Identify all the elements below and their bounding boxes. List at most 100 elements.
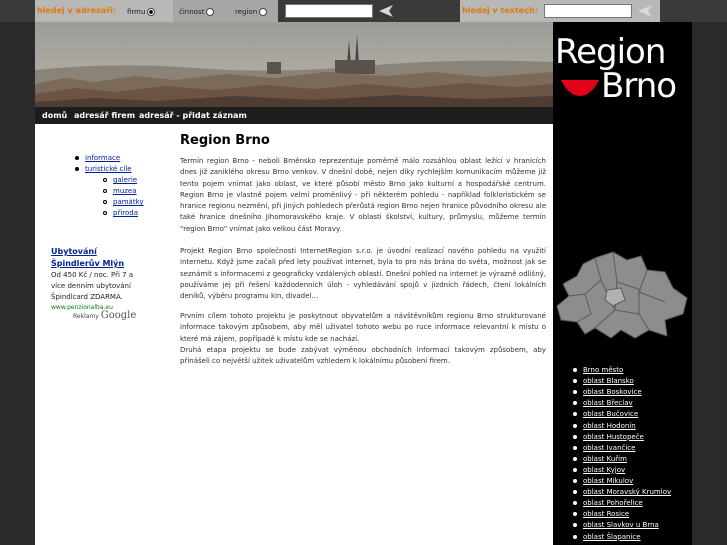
region-link[interactable]: oblast Pohořelice bbox=[583, 499, 643, 507]
menu-link-informace[interactable]: informace bbox=[85, 154, 120, 162]
panorama-illustration bbox=[35, 22, 553, 107]
bullet-icon bbox=[573, 534, 577, 539]
menu-link-turisticke-cile[interactable]: turistické cíle bbox=[85, 165, 132, 173]
region-item[interactable]: oblast Šlapanice bbox=[573, 533, 641, 541]
google-logo: Google bbox=[100, 310, 137, 321]
bullet-icon bbox=[573, 445, 577, 450]
logo-red-shape bbox=[561, 80, 599, 96]
ad-title-line1[interactable]: Ubytování bbox=[51, 246, 161, 258]
nav-add-record[interactable]: adresář - přidat záznam bbox=[139, 111, 247, 120]
bullet-icon bbox=[573, 368, 577, 372]
submenu-link-priroda[interactable]: příroda bbox=[113, 209, 138, 217]
region-item[interactable]: oblast Kyjov bbox=[573, 466, 625, 474]
submenu-link-muzea[interactable]: muzea bbox=[113, 187, 137, 195]
bullet-icon bbox=[573, 401, 577, 406]
region-item[interactable]: oblast Hustopeče bbox=[573, 433, 644, 441]
region-link[interactable]: Brno město bbox=[583, 366, 623, 374]
radio-cinnost-label: činnost bbox=[179, 8, 205, 16]
region-item[interactable]: oblast Břeclav bbox=[573, 399, 633, 407]
ad-block: Ubytování Špindlerův Mlýn Od 450 Kč / no… bbox=[51, 246, 161, 321]
region-link[interactable]: oblast Mikulov bbox=[583, 477, 633, 485]
region-link[interactable]: oblast Moravský Krumlov bbox=[583, 488, 671, 496]
region-brno-logo[interactable]: Region Brno bbox=[553, 22, 692, 107]
right-edge bbox=[692, 22, 727, 545]
text-search-arrow-icon[interactable] bbox=[636, 4, 654, 18]
hollow-bullet-icon bbox=[103, 188, 107, 193]
submenu-item-pamatky[interactable]: památky bbox=[103, 197, 144, 206]
region-link[interactable]: oblast Blansko bbox=[583, 377, 634, 385]
submenu-link-galerie[interactable]: galerie bbox=[113, 176, 137, 184]
bullet-icon bbox=[573, 479, 577, 483]
region-item[interactable]: oblast Hodonín bbox=[573, 422, 636, 430]
bullet-icon bbox=[573, 512, 577, 517]
region-map-icon[interactable] bbox=[555, 250, 691, 342]
bullet-icon bbox=[573, 490, 577, 495]
address-search-options: činnost region bbox=[173, 0, 278, 22]
region-link[interactable]: oblast Břeclav bbox=[583, 399, 633, 407]
region-link[interactable]: oblast Hodonín bbox=[583, 422, 636, 430]
right-column: Brno město oblast Blansko oblast Boskovice… bbox=[553, 107, 692, 545]
menu-item-informace[interactable]: informace bbox=[75, 153, 120, 162]
ad-body-line: více denním ubytování bbox=[51, 282, 131, 290]
radio-cinnost-button[interactable] bbox=[206, 8, 215, 16]
region-link[interactable]: oblast Kuřim bbox=[583, 455, 627, 463]
submenu-link-pamatky[interactable]: památky bbox=[113, 198, 144, 206]
region-link[interactable]: oblast Rosice bbox=[583, 510, 629, 518]
region-link[interactable]: oblast Slavkov u Brna bbox=[583, 521, 659, 529]
ad-title[interactable]: Ubytování Špindlerův Mlýn bbox=[51, 246, 161, 270]
region-item[interactable]: oblast Pohořelice bbox=[573, 499, 643, 507]
ad-body-line: Špindlcard ZDARMA. bbox=[51, 293, 123, 301]
logo-text-brno: Brno bbox=[601, 66, 677, 106]
region-item[interactable]: oblast Ivančice bbox=[573, 444, 635, 452]
nav-company-directory[interactable]: adresář firem bbox=[74, 111, 135, 120]
bullet-icon bbox=[573, 456, 577, 461]
submenu-item-galerie[interactable]: galerie bbox=[103, 175, 137, 184]
region-link[interactable]: oblast Hustopeče bbox=[583, 433, 644, 441]
region-item[interactable]: oblast Mikulov bbox=[573, 477, 633, 485]
radio-region-button[interactable] bbox=[259, 8, 268, 16]
ad-title-line2[interactable]: Špindlerův Mlýn bbox=[51, 258, 161, 270]
region-item[interactable]: oblast Boskovice bbox=[573, 388, 642, 396]
hollow-bullet-icon bbox=[103, 199, 107, 204]
region-link[interactable]: oblast Bučovice bbox=[583, 410, 638, 418]
address-search-arrow-icon[interactable] bbox=[377, 4, 395, 18]
region-link[interactable]: oblast Šlapanice bbox=[583, 533, 641, 541]
region-link[interactable]: oblast Ivančice bbox=[583, 444, 635, 452]
bullet-icon bbox=[573, 523, 577, 528]
hollow-bullet-icon bbox=[103, 210, 107, 215]
region-item[interactable]: oblast Blansko bbox=[573, 377, 634, 385]
text-search-input[interactable] bbox=[544, 4, 632, 18]
city-panorama-photo bbox=[35, 22, 553, 107]
region-item[interactable]: oblast Rosice bbox=[573, 510, 629, 518]
region-item[interactable]: oblast Kuřim bbox=[573, 455, 627, 463]
text-search-label: hledej v textech: bbox=[462, 6, 538, 15]
nav-home[interactable]: domů bbox=[42, 111, 67, 120]
submenu-item-muzea[interactable]: muzea bbox=[103, 186, 137, 195]
bullet-icon bbox=[573, 467, 577, 472]
ads-by-google[interactable]: Reklamy Google bbox=[73, 310, 136, 321]
bullet-icon bbox=[75, 166, 79, 171]
region-link[interactable]: oblast Kyjov bbox=[583, 466, 625, 474]
page-title: Region Brno bbox=[180, 133, 270, 148]
menu-item-turisticke-cile[interactable]: turistické cíle bbox=[75, 164, 132, 173]
address-search-label: hledej v adresáři: bbox=[37, 6, 117, 15]
hollow-bullet-icon bbox=[103, 177, 107, 182]
radio-firmu-button[interactable] bbox=[147, 8, 156, 16]
region-item[interactable]: oblast Moravský Krumlov bbox=[573, 488, 671, 496]
bullet-icon bbox=[573, 379, 577, 384]
radio-firmu[interactable]: firmu bbox=[127, 8, 156, 16]
region-item[interactable]: oblast Slavkov u Brna bbox=[573, 521, 659, 529]
ads-by-label: Reklamy bbox=[73, 313, 99, 320]
radio-cinnost[interactable]: činnost bbox=[179, 8, 215, 16]
region-item[interactable]: Brno město bbox=[573, 366, 623, 374]
radio-region[interactable]: region bbox=[235, 8, 268, 16]
region-link[interactable]: oblast Boskovice bbox=[583, 388, 642, 396]
bullet-icon bbox=[573, 423, 577, 428]
address-search-input[interactable] bbox=[285, 4, 373, 18]
bullet-icon bbox=[573, 412, 577, 417]
ad-body-line: Od 450 Kč / noc. Při 7 a bbox=[51, 271, 134, 279]
submenu-item-priroda[interactable]: příroda bbox=[103, 208, 138, 217]
address-search-label-area: hledej v adresáři: firmu bbox=[35, 0, 173, 22]
bullet-icon bbox=[573, 434, 577, 439]
region-item[interactable]: oblast Bučovice bbox=[573, 410, 638, 418]
